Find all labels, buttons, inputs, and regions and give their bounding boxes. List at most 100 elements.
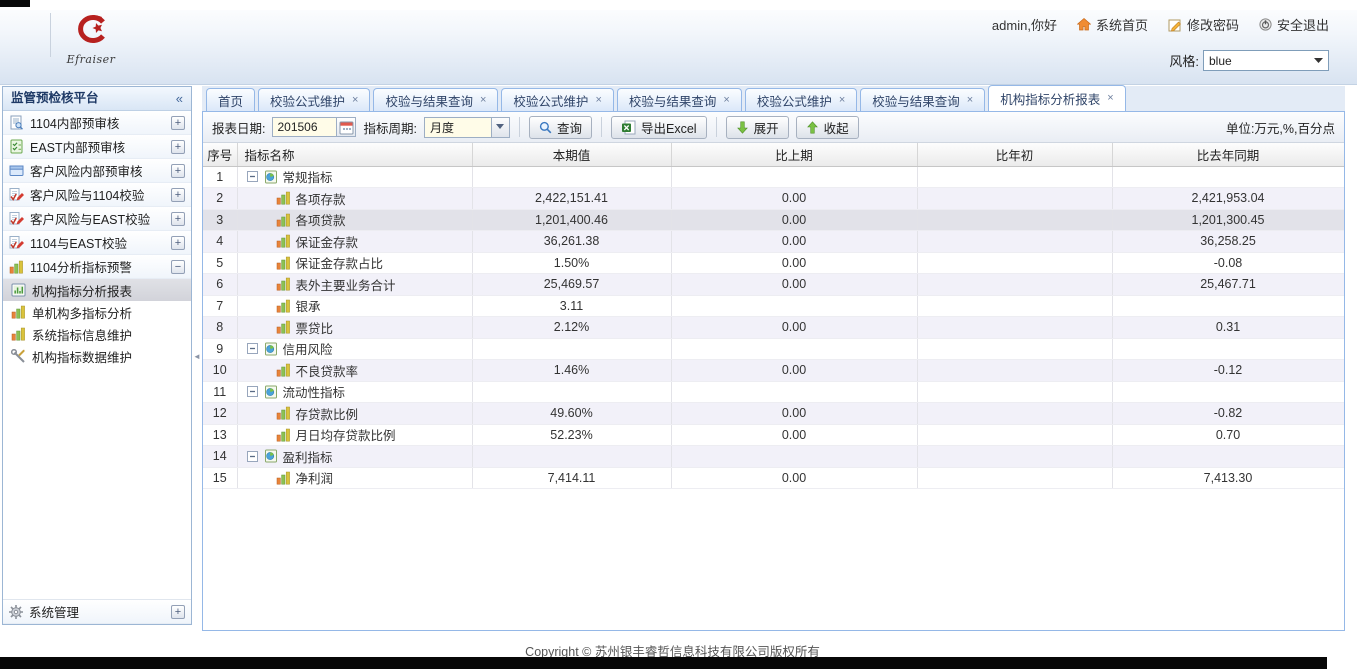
table-row[interactable]: 7银承3.11: [203, 295, 1344, 317]
table-row[interactable]: 4保证金存款36,261.380.0036,258.25: [203, 231, 1344, 253]
sidebar-panel-label: EAST内部预审核: [30, 137, 165, 156]
tab-close-icon[interactable]: ×: [480, 95, 486, 106]
column-header-序号[interactable]: 序号: [203, 143, 237, 166]
sidebar-item-单机构多指标分析[interactable]: 单机构多指标分析: [3, 301, 191, 323]
row-value: 0.00: [671, 209, 917, 231]
panel-toggle-button[interactable]: +: [171, 164, 185, 178]
row-seq: 3: [203, 209, 237, 231]
sidebar-title: 监管预检核平台: [11, 87, 99, 110]
sidebar-item-系统指标信息维护[interactable]: 系统指标信息维护: [3, 323, 191, 345]
column-header-本期值[interactable]: 本期值: [472, 143, 671, 166]
collapse-toggle-icon[interactable]: [247, 171, 258, 182]
period-select[interactable]: 月度: [424, 117, 510, 138]
column-header-比年初[interactable]: 比年初: [917, 143, 1112, 166]
export-excel-button[interactable]: 导出Excel: [611, 116, 707, 139]
sidebar-panel-1104分析指标预警[interactable]: 1104分析指标预警−: [3, 255, 191, 279]
table-row[interactable]: 11流动性指标: [203, 381, 1344, 403]
tab-close-icon[interactable]: ×: [723, 95, 729, 106]
corner-artifact: [0, 0, 30, 7]
sidebar-panel-系统管理[interactable]: 系统管理+: [3, 600, 191, 624]
collapse-toggle-icon[interactable]: [247, 386, 258, 397]
panel-toggle-button[interactable]: +: [171, 236, 185, 250]
row-value: [671, 166, 917, 188]
table-row[interactable]: 1常规指标: [203, 166, 1344, 188]
column-header-比上期[interactable]: 比上期: [671, 143, 917, 166]
indicator-name: 各项贷款: [296, 210, 346, 229]
sidebar-panel-EAST内部预审核[interactable]: EAST内部预审核 +: [3, 135, 191, 159]
period-select-arrow-icon[interactable]: [491, 118, 509, 137]
indicator-name: 常规指标: [283, 167, 333, 186]
tab-label: 校验公式维护: [270, 91, 345, 110]
row-seq: 14: [203, 446, 237, 468]
table-row[interactable]: 13月日均存贷款比例52.23%0.000.70: [203, 424, 1344, 446]
splitter-collapse-arrow[interactable]: ◄: [193, 348, 200, 366]
tab-校验公式维护[interactable]: 校验公式维护 ×: [258, 88, 370, 111]
bar-chart-icon: [276, 256, 291, 270]
row-name: 净利润: [238, 468, 472, 487]
report-date-label: 报表日期:: [212, 118, 265, 137]
row-value: 0.00: [671, 467, 917, 489]
expand-button[interactable]: 展开: [726, 116, 789, 139]
collapse-toggle-icon[interactable]: [247, 343, 258, 354]
sidebar-item-机构指标分析报表[interactable]: 机构指标分析报表: [3, 279, 191, 301]
style-select[interactable]: blue: [1203, 50, 1329, 71]
tab-首页[interactable]: 首页: [206, 88, 255, 111]
sidebar-item-label: 机构指标分析报表: [32, 281, 132, 300]
panel-toggle-button[interactable]: +: [171, 140, 185, 154]
row-value: 0.31: [1112, 317, 1344, 339]
home-link[interactable]: 系统首页: [1077, 15, 1148, 34]
indicator-name: 各项存款: [296, 189, 346, 208]
column-header-比去年同期[interactable]: 比去年同期: [1112, 143, 1344, 166]
table-row[interactable]: 3各项贷款1,201,400.460.001,201,300.45: [203, 209, 1344, 231]
collapse-toggle-icon[interactable]: [247, 451, 258, 462]
tabs-bar: 首页校验公式维护×校验与结果查询×校验公式维护×校验与结果查询×校验公式维护×校…: [202, 86, 1345, 112]
row-value: [1112, 295, 1344, 317]
panel-toggle-button[interactable]: +: [171, 116, 185, 130]
calendar-icon[interactable]: [336, 117, 356, 137]
column-header-指标名称[interactable]: 指标名称: [237, 143, 472, 166]
table-row[interactable]: 8票贷比2.12%0.000.31: [203, 317, 1344, 339]
sidebar-panel-客户风险与1104校验[interactable]: 客户风险与1104校验+: [3, 183, 191, 207]
header-links: admin,你好 系统首页修改密码安全退出: [992, 15, 1329, 34]
green-arrow-up-icon: [806, 121, 819, 134]
collapse-button[interactable]: 收起: [796, 116, 859, 139]
sidebar-panel-1104与EAST校验[interactable]: 1104与EAST校验+: [3, 231, 191, 255]
power-link[interactable]: 安全退出: [1259, 15, 1329, 34]
tab-校验公式维护[interactable]: 校验公式维护×: [745, 88, 857, 111]
table-row[interactable]: 10不良贷款率1.46%0.00-0.12: [203, 360, 1344, 382]
sidebar-collapse-button[interactable]: «: [176, 87, 183, 110]
tab-close-icon[interactable]: ×: [839, 95, 845, 106]
tab-close-icon[interactable]: ×: [352, 95, 358, 106]
sidebar-panel-1104内部预审核[interactable]: 1104内部预审核+: [3, 111, 191, 135]
table-row[interactable]: 12存贷款比例49.60%0.00-0.82: [203, 403, 1344, 425]
sidebar-panel-客户风险与EAST校验[interactable]: 客户风险与EAST校验+: [3, 207, 191, 231]
query-button[interactable]: 查询: [529, 116, 592, 139]
tab-校验公式维护[interactable]: 校验公式维护×: [501, 88, 613, 111]
row-value: 1.50%: [472, 252, 671, 274]
edit-pencil-link[interactable]: 修改密码: [1168, 15, 1239, 34]
panel-toggle-button[interactable]: +: [171, 605, 185, 619]
indicator-name: 月日均存贷款比例: [296, 425, 396, 444]
table-row[interactable]: 6表外主要业务合计25,469.570.0025,467.71: [203, 274, 1344, 296]
report-date-input[interactable]: [272, 117, 336, 137]
panel-toggle-button[interactable]: +: [171, 188, 185, 202]
tab-校验与结果查询[interactable]: 校验与结果查询×: [617, 88, 742, 111]
tab-校验与结果查询[interactable]: 校验与结果查询×: [860, 88, 985, 111]
sidebar-panel-客户风险内部预审核[interactable]: 客户风险内部预审核+: [3, 159, 191, 183]
table-row[interactable]: 5保证金存款占比1.50%0.00-0.08: [203, 252, 1344, 274]
sidebar-item-机构指标数据维护[interactable]: 机构指标数据维护: [3, 345, 191, 367]
period-select-value: 月度: [425, 119, 491, 136]
panel-toggle-button[interactable]: −: [171, 260, 185, 274]
table-row[interactable]: 15净利润7,414.110.007,413.30: [203, 467, 1344, 489]
tab-校验与结果查询[interactable]: 校验与结果查询×: [373, 88, 498, 111]
table-row[interactable]: 9信用风险: [203, 338, 1344, 360]
tab-机构指标分析报表[interactable]: 机构指标分析报表×: [988, 85, 1125, 111]
table-row[interactable]: 2各项存款2,422,151.410.002,421,953.04: [203, 188, 1344, 210]
tab-close-icon[interactable]: ×: [595, 95, 601, 106]
tab-close-icon[interactable]: ×: [967, 95, 973, 106]
bar-chart-icon: [276, 277, 291, 291]
panel-toggle-button[interactable]: +: [171, 212, 185, 226]
tab-close-icon[interactable]: ×: [1107, 93, 1113, 104]
row-value: 0.00: [671, 424, 917, 446]
table-row[interactable]: 14盈利指标: [203, 446, 1344, 468]
